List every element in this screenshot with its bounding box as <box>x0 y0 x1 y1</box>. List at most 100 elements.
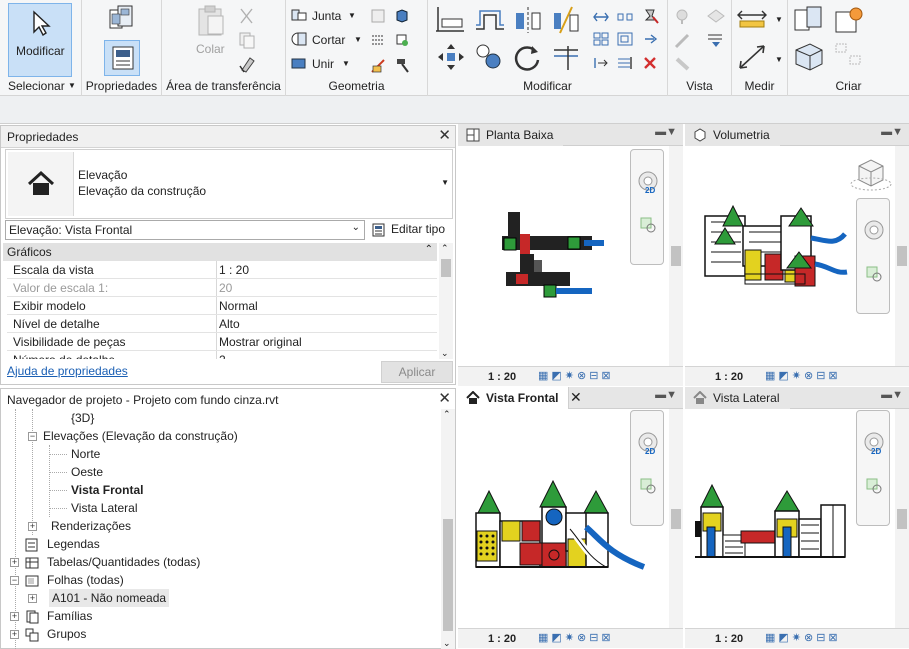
expand-familias-icon[interactable]: + <box>10 612 19 621</box>
pin-icon[interactable] <box>642 7 660 25</box>
view-frontal-scrollbar[interactable] <box>669 409 683 628</box>
view-frontal-header[interactable]: Vista Frontal ✕ ▬▼ <box>458 387 683 409</box>
frontal-navigation-bar[interactable]: 2D <box>630 410 664 526</box>
dimension-dropdown-icon[interactable]: ▼ <box>775 55 783 64</box>
section-collapse-icon[interactable]: ⌃ <box>425 244 433 255</box>
lateral-navigation-bar[interactable]: 2D <box>856 410 890 526</box>
modify-button[interactable]: Modificar <box>8 3 72 77</box>
view-planta-header[interactable]: Planta Baixa ▬▼ <box>458 124 683 146</box>
browser-item-renderizacoes[interactable]: Renderizações <box>51 517 131 535</box>
aligned-dimension-icon[interactable] <box>736 42 768 72</box>
close-browser-icon[interactable]: ✕ <box>438 391 451 407</box>
trim-extend-icon[interactable] <box>550 42 582 72</box>
view-volumetria-header[interactable]: Volumetria ▬▼ <box>685 124 909 146</box>
planta-scroll-thumb[interactable] <box>671 246 681 266</box>
browser-item-vista-frontal[interactable]: Vista Frontal <box>71 481 143 499</box>
measure-dropdown-icon[interactable]: ▼ <box>775 15 783 24</box>
expand-grupos-icon[interactable]: + <box>10 630 19 639</box>
view-lateral-header[interactable]: Vista Lateral ▬▼ <box>685 387 909 409</box>
property-value[interactable]: 2 <box>219 353 226 359</box>
array-icon[interactable] <box>592 31 610 47</box>
properties-section-header[interactable]: Gráficos ⌃ <box>3 243 437 261</box>
browser-item-3d[interactable]: {3D} <box>71 409 94 427</box>
browser-scroll-up-icon[interactable]: ⌃ <box>443 409 451 420</box>
expand-folhas-icon[interactable]: − <box>10 576 19 585</box>
browser-scroll-thumb[interactable] <box>443 519 453 631</box>
view-menu-icon[interactable]: ▬▼ <box>881 389 903 401</box>
type-selector-preview[interactable]: Elevação Elevação da construção ▼ <box>5 149 453 219</box>
view-control-icons[interactable]: ▦◩✷⊗⊟⊠ <box>765 631 841 644</box>
type-properties-icon[interactable] <box>106 4 138 36</box>
volumetria-navigation-bar[interactable] <box>856 198 890 314</box>
view-volumetria-scrollbar[interactable] <box>895 146 909 366</box>
browser-item-grupos[interactable]: Grupos <box>47 625 86 643</box>
property-value[interactable]: 1 : 20 <box>219 263 249 277</box>
view-control-icons[interactable]: ▦◩✷⊗⊟⊠ <box>538 369 614 382</box>
view-lateral-scrollbar[interactable] <box>895 409 909 628</box>
close-properties-icon[interactable]: ✕ <box>438 128 451 144</box>
volumetria-scale[interactable]: 1 : 20 <box>715 371 743 383</box>
view-control-icons[interactable]: ▦◩✷⊗⊟⊠ <box>765 369 841 382</box>
properties-scrollbar[interactable]: ⌃ ⌄ <box>439 243 453 359</box>
hammer-icon[interactable] <box>394 56 412 74</box>
browser-item-vista-lateral[interactable]: Vista Lateral <box>71 499 138 517</box>
cut-geometry-icon[interactable] <box>290 31 308 47</box>
unjoin-icon[interactable] <box>290 55 308 71</box>
demolish-icon[interactable] <box>370 56 388 74</box>
lateral-scroll-thumb[interactable] <box>897 509 907 529</box>
property-value[interactable]: Alto <box>219 317 240 331</box>
type-dropdown-icon[interactable]: ▼ <box>441 178 449 187</box>
offset-icon[interactable] <box>474 5 506 35</box>
expand-elevacoes-icon[interactable]: − <box>28 432 37 441</box>
scroll-down-icon[interactable]: ⌄ <box>441 348 449 359</box>
cut-geometry-dropdown-icon[interactable]: ▼ <box>354 35 362 44</box>
property-row[interactable]: Visibilidade de peças Mostrar original <box>7 333 437 351</box>
wall-joins-icon[interactable] <box>370 32 386 48</box>
align-icon[interactable] <box>434 5 466 35</box>
close-vista-frontal-icon[interactable]: ✕ <box>570 389 582 406</box>
join-icon[interactable] <box>290 7 308 23</box>
scroll-up-icon[interactable]: ⌃ <box>441 243 449 254</box>
view-planta-scrollbar[interactable] <box>669 146 683 366</box>
cut-geometry-label[interactable]: Cortar <box>312 33 345 47</box>
trim-multiple-icon[interactable] <box>616 55 634 71</box>
lateral-scale[interactable]: 1 : 20 <box>715 633 743 645</box>
join-label[interactable]: Junta <box>312 9 341 23</box>
properties-scroll-thumb[interactable] <box>441 259 451 277</box>
copy-element-icon[interactable] <box>474 42 504 72</box>
viewcube-icon[interactable] <box>850 159 892 191</box>
trim-single-icon[interactable] <box>592 55 610 71</box>
paint-icon[interactable] <box>394 8 410 24</box>
browser-item-legendas[interactable]: Legendas <box>47 535 100 553</box>
view-menu-icon[interactable]: ▬▼ <box>655 126 677 138</box>
property-value[interactable]: Normal <box>219 299 258 313</box>
unjoin-label[interactable]: Unir <box>312 57 334 71</box>
match-properties-icon[interactable] <box>238 54 258 74</box>
edit-type-button[interactable]: Editar tipo <box>369 220 453 240</box>
selecionar-dropdown-icon[interactable]: ▼ <box>68 81 76 90</box>
mirror-pick-axis-icon[interactable] <box>512 5 544 35</box>
property-row[interactable]: Número de detalhe 2 <box>7 351 437 359</box>
expand-tabelas-icon[interactable]: + <box>10 558 19 567</box>
create-parts-icon[interactable] <box>792 40 826 72</box>
property-row[interactable]: Nível de detalhe Alto <box>7 315 437 333</box>
selecionar-label[interactable]: Selecionar <box>8 79 65 93</box>
frontal-scale[interactable]: 1 : 20 <box>488 633 516 645</box>
planta-scale[interactable]: 1 : 20 <box>488 371 516 383</box>
view-menu-icon[interactable]: ▬▼ <box>655 389 677 401</box>
expand-a101-icon[interactable]: + <box>28 594 37 603</box>
view-menu-icon[interactable]: ▬▼ <box>881 126 903 138</box>
filter-icon[interactable] <box>706 31 726 49</box>
join-dropdown-icon[interactable]: ▼ <box>348 11 356 20</box>
view-control-icons[interactable]: ▦◩✷⊗⊟⊠ <box>538 631 614 644</box>
steering-wheel-icon[interactable] <box>863 219 885 241</box>
zoom-region-icon[interactable] <box>639 477 657 495</box>
frontal-scroll-thumb[interactable] <box>671 509 681 529</box>
browser-item-tabelas[interactable]: Tabelas/Quantidades (todas) <box>47 553 200 571</box>
rotate-icon[interactable] <box>512 42 542 72</box>
property-value[interactable]: Mostrar original <box>219 335 302 349</box>
apply-button[interactable]: Aplicar <box>381 361 453 383</box>
mirror-draw-axis-icon[interactable] <box>550 5 582 35</box>
properties-help-link[interactable]: Ajuda de propriedades <box>7 364 128 378</box>
expand-renderizacoes-icon[interactable]: + <box>28 522 37 531</box>
